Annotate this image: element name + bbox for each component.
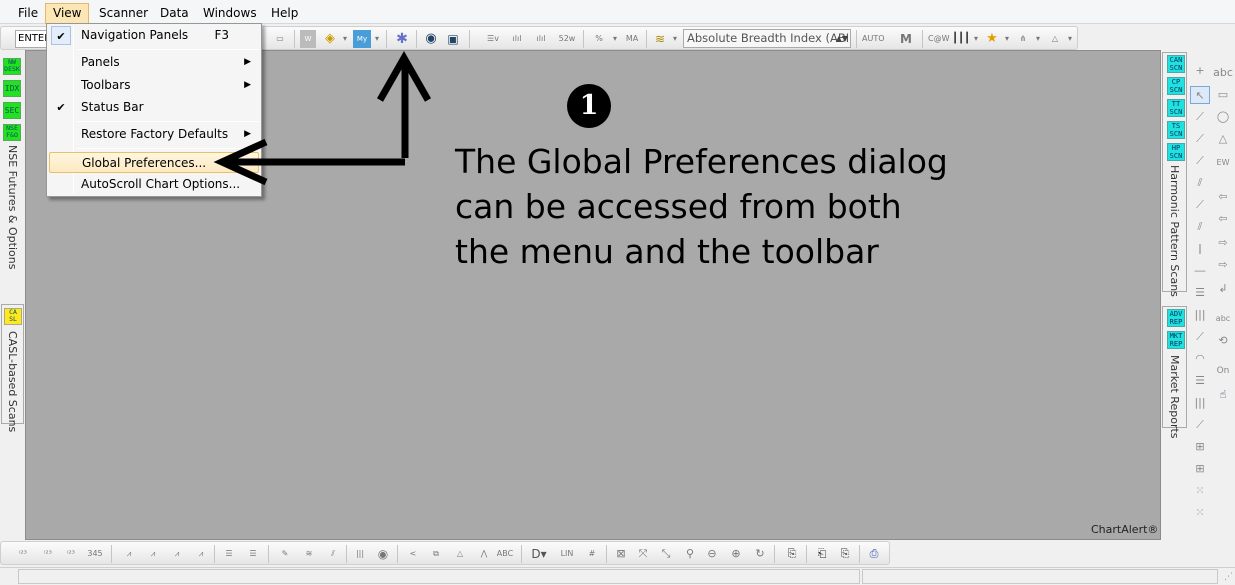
annotation-text: The Global Preferences dialog can be acc…: [455, 139, 948, 274]
annotation-arrows: [213, 50, 432, 186]
annotation-line: can be accessed from both: [455, 187, 902, 226]
step-badge: 1: [567, 84, 611, 128]
chartalert-watermark: ChartAlert®: [1091, 523, 1159, 536]
annotation-line: the menu and the toolbar: [455, 232, 879, 271]
annotation-line: The Global Preferences dialog: [455, 142, 948, 181]
